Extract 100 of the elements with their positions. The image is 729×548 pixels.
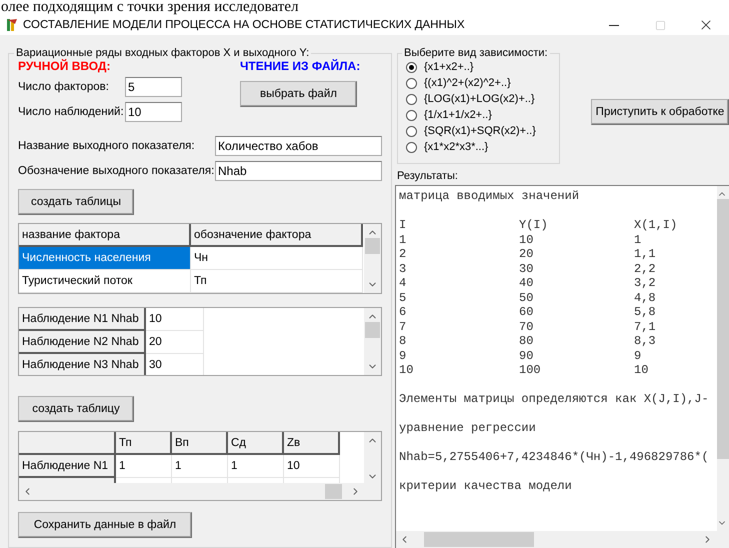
results-text-area[interactable] [395, 185, 729, 548]
scroll-thumb[interactable] [365, 322, 380, 338]
result-value: 10 [399, 363, 414, 378]
app-icon [6, 18, 18, 32]
result-value: 1,1 [634, 247, 656, 262]
result-value: 70 [519, 320, 534, 334]
column-header: название фактора [19, 224, 191, 247]
radio-button[interactable] [406, 126, 417, 136]
vertical-scrollbar[interactable] [717, 186, 729, 531]
radio-button[interactable] [406, 142, 417, 152]
column-header: Вп [172, 432, 228, 455]
row-header: Наблюдение N2 Nhab [19, 331, 146, 354]
column-header: Zв [284, 432, 340, 455]
radio-option[interactable]: {SQR(x1)+SQR(x2)+..} [406, 123, 559, 139]
result-value: 100 [519, 363, 541, 378]
scroll-thumb[interactable] [717, 199, 729, 459]
minimize-icon [609, 24, 619, 26]
result-value: 60 [519, 305, 534, 320]
result-value: 20 [519, 247, 534, 262]
table-cell[interactable]: Тп [191, 270, 363, 293]
window-title: СОСТАВЛЕНИЕ МОДЕЛИ ПРОЦЕССА НА ОСНОВЕ СТАТИСТИЧЕСКИХ ДАННЫХ [23, 19, 466, 31]
scroll-thumb[interactable] [424, 532, 534, 547]
result-value: 3 [399, 262, 406, 276]
result-value: 10 [634, 363, 648, 378]
result-value: I [399, 218, 406, 232]
radio-option[interactable]: {x1*x2*x3*...} [406, 139, 559, 155]
radio-button[interactable] [406, 78, 417, 88]
result-value: 5 [399, 290, 406, 305]
result-value: 30 [519, 262, 534, 276]
scroll-thumb[interactable] [365, 238, 380, 254]
result-value: 7,1 [634, 320, 656, 334]
table-cell[interactable]: 1 [116, 455, 172, 478]
table-cell[interactable]: Чн [191, 247, 363, 270]
process-button[interactable]: Приступить к обработке [591, 99, 729, 125]
create-table-button[interactable]: создать таблицу [18, 396, 134, 422]
vertical-scrollbar[interactable] [364, 432, 381, 483]
column-header: Тп [116, 432, 172, 455]
result-value: 3,2 [634, 276, 656, 290]
horizontal-scrollbar[interactable] [396, 531, 729, 548]
result-value: 9 [399, 348, 406, 363]
document-text: олее подходящим с точки зрения исследовател [0, 0, 298, 15]
result-value: Y(I) [519, 218, 548, 232]
horizontal-scrollbar[interactable] [19, 483, 381, 500]
table-cell[interactable]: 1 [172, 455, 228, 478]
result-value: 2,2 [634, 262, 656, 276]
radio-option[interactable]: {1/x1+1/x2+..} [406, 107, 559, 123]
vertical-scrollbar[interactable] [364, 308, 381, 375]
table-cell[interactable]: 30 [146, 354, 204, 375]
result-line: Элементы матрицы определяются как X(J,I),J- [399, 392, 710, 406]
results-label: Результаты: [397, 170, 458, 182]
vertical-scrollbar[interactable] [364, 224, 381, 293]
result-line: критерии качества модели [399, 479, 573, 494]
result-line: Nhab=5,2755406+7,4234846*(Чн)-1,496829786*( [399, 450, 710, 464]
result-value: X(1,I) [634, 218, 678, 232]
text-field[interactable]: Количество хабов [215, 136, 382, 156]
save-button[interactable]: Сохранить данные в файл [18, 512, 192, 538]
table-cell[interactable]: 10 [146, 308, 204, 331]
result-value: 4 [399, 276, 406, 290]
result-value: 90 [519, 348, 534, 363]
field-label: Обозначение выходного показателя: [18, 165, 215, 177]
create-tables-button[interactable]: создать таблицы [18, 189, 134, 215]
result-value: 2 [399, 247, 406, 262]
table-cell[interactable]: 10 [284, 455, 340, 478]
field-label: Число наблюдений: [18, 106, 125, 118]
choose-file-button[interactable]: выбрать файл [240, 81, 357, 107]
radio-button[interactable] [406, 62, 417, 72]
table-cell[interactable]: 1 [228, 455, 284, 478]
maximize-icon [654, 20, 666, 30]
result-value: 7 [399, 320, 406, 334]
result-value: 9 [634, 348, 642, 363]
result-value: 4,8 [634, 290, 656, 305]
table-cell[interactable]: Численность населения [19, 247, 191, 270]
result-value: 1 [399, 232, 406, 247]
text-field[interactable]: Nhab [215, 161, 382, 181]
result-value: 40 [519, 276, 534, 290]
result-value: 6 [399, 305, 406, 320]
radio-button[interactable] [406, 110, 417, 120]
result-line: уравнение регрессии [399, 421, 537, 436]
field-label: Название выходного показателя: [18, 140, 196, 152]
column-header: Сд [228, 432, 284, 455]
table-cell[interactable]: Туристический поток [19, 270, 191, 293]
result-value: 5,8 [634, 305, 656, 320]
row-header: Наблюдение N1 Nhab [19, 308, 146, 331]
radio-option[interactable]: {(x1)^2+(x2)^2+..} [406, 75, 559, 91]
scroll-thumb[interactable] [325, 484, 342, 499]
radio-button[interactable] [406, 94, 417, 104]
radio-option[interactable]: {LOG(x1)+LOG(x2)+..} [406, 91, 559, 107]
number-field[interactable]: 5 [125, 77, 182, 97]
result-value: 8 [399, 334, 406, 348]
section-heading: РУЧНОЙ ВВОД: [18, 59, 112, 73]
result-value: 10 [519, 232, 534, 247]
table-cell[interactable]: 20 [146, 331, 204, 354]
group-title: Вариационные ряды входных факторов X и выходного Y: [15, 47, 310, 59]
result-value: 8,3 [634, 334, 656, 348]
result-value: 50 [519, 290, 534, 305]
result-line: матрица вводимых значений [399, 189, 580, 204]
result-value: 1 [634, 232, 642, 247]
number-field[interactable]: 10 [125, 102, 182, 122]
radio-option[interactable]: {x1+x2+..} [406, 59, 559, 75]
row-header: Наблюдение N3 Nhab [19, 354, 146, 375]
